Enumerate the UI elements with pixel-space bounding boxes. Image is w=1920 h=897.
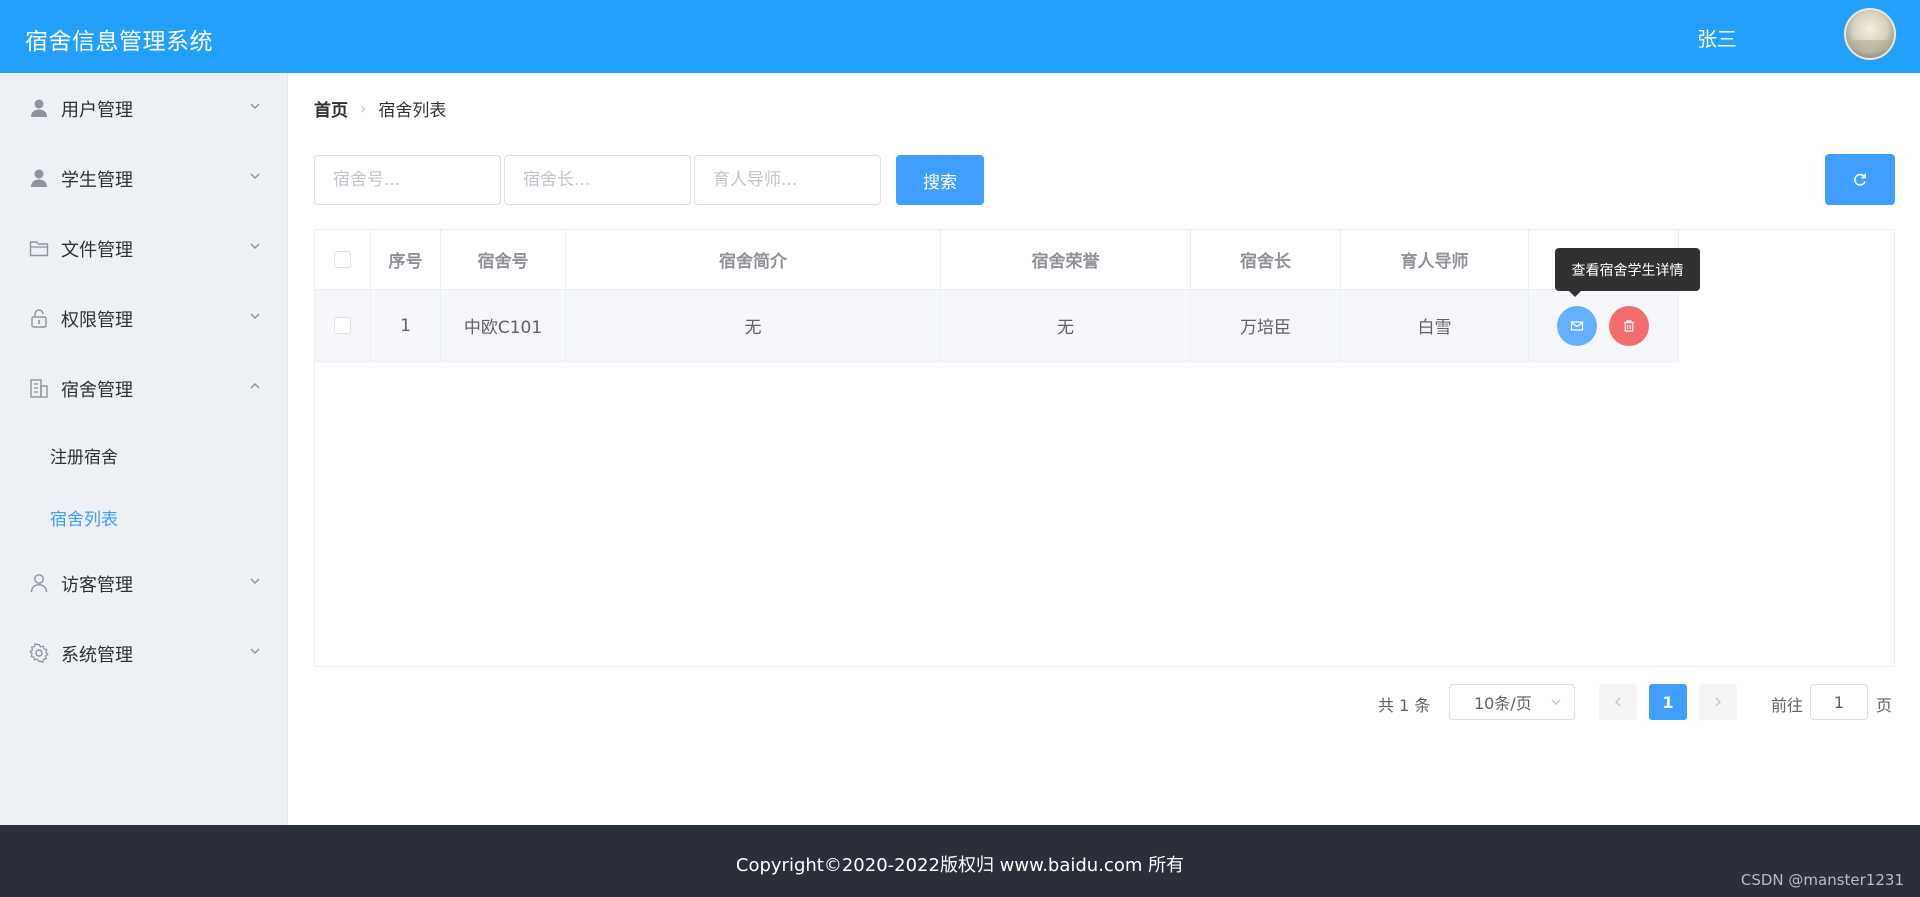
chevron-down-icon	[250, 578, 260, 585]
top-header: 宿舍信息管理系统 张三	[0, 0, 1920, 73]
watermark-text: CSDN @manster1231	[1740, 871, 1904, 889]
chevron-down-icon	[250, 648, 260, 655]
dorm-leader-input[interactable]	[504, 155, 691, 205]
chevron-down-icon	[250, 243, 260, 250]
gear-icon	[29, 643, 49, 663]
prev-page-button[interactable]	[1599, 684, 1637, 720]
app-title: 宿舍信息管理系统	[25, 29, 213, 55]
goto-label: 前往	[1771, 696, 1804, 715]
chevron-down-icon	[1551, 699, 1561, 705]
table-cell: 中欧C101	[441, 290, 566, 362]
chevron-up-icon	[250, 382, 260, 389]
chevron-right-icon: ›	[360, 99, 367, 118]
row-checkbox-cell	[315, 290, 371, 362]
page-size-value: 10条/页	[1474, 694, 1532, 713]
sidebar-item-file-management[interactable]: 文件管理	[0, 213, 288, 283]
view-students-button[interactable]	[1557, 306, 1597, 346]
column-header: 序号	[371, 230, 441, 290]
page-size-select[interactable]: 10条/页	[1449, 684, 1575, 720]
header-checkbox-cell	[315, 230, 371, 290]
chevron-down-icon	[250, 313, 260, 320]
mentor-input[interactable]	[694, 155, 881, 205]
page-number[interactable]: 1	[1649, 684, 1687, 720]
main-content: 首页 › 宿舍列表 搜索 序号 宿舍号 宿舍简介 宿舍荣誉 宿舍长 育人导师 1…	[289, 73, 1920, 825]
dorm-table: 序号 宿舍号 宿舍简介 宿舍荣誉 宿舍长 育人导师 1 中欧C101 无 无 万…	[314, 229, 1895, 667]
lock-icon	[31, 309, 47, 328]
sidebar-item-visitor-management[interactable]: 访客管理	[0, 548, 288, 618]
next-page-button[interactable]	[1699, 684, 1737, 720]
user-icon	[31, 99, 47, 117]
breadcrumb: 首页 › 宿舍列表	[314, 96, 446, 121]
chevron-down-icon	[250, 173, 260, 180]
column-header: 育人导师	[1341, 230, 1529, 290]
breadcrumb-current: 宿舍列表	[378, 101, 447, 121]
user-icon	[31, 169, 47, 187]
sidebar-item-label: 权限管理	[61, 310, 133, 331]
page-suffix-label: 页	[1876, 696, 1893, 715]
pagination: 共 1 条 10条/页 1 前往 页	[289, 682, 1920, 722]
table-cell: 万培臣	[1191, 290, 1341, 362]
sidebar-item-label: 文件管理	[61, 240, 133, 261]
column-header: 宿舍长	[1191, 230, 1341, 290]
sidebar-item-user-management[interactable]: 用户管理	[0, 73, 288, 143]
sidebar-subitem-label: 注册宿舍	[50, 448, 118, 468]
user-name[interactable]: 张三	[1697, 23, 1737, 52]
chevron-down-icon	[250, 103, 260, 110]
sidebar-item-label: 学生管理	[61, 170, 133, 191]
table-cell: 1	[371, 290, 441, 362]
footer: Copyright©2020-2022版权归 www.baidu.com 所有 …	[0, 825, 1920, 897]
sidebar-item-permission-management[interactable]: 权限管理	[0, 283, 288, 353]
refresh-button[interactable]	[1825, 154, 1895, 205]
folder-icon	[29, 241, 49, 257]
row-checkbox[interactable]	[334, 317, 351, 334]
table-cell: 无	[941, 290, 1191, 362]
room-number-input[interactable]	[314, 155, 501, 205]
delete-button[interactable]	[1609, 306, 1649, 346]
sidebar-item-system-management[interactable]: 系统管理	[0, 618, 288, 688]
sidebar-item-dorm-management[interactable]: 宿舍管理	[0, 353, 288, 423]
chevron-left-icon	[1615, 697, 1621, 707]
breadcrumb-home[interactable]: 首页	[314, 96, 348, 121]
user-outline-icon	[30, 574, 48, 593]
tooltip: 查看宿舍学生详情	[1555, 248, 1700, 297]
trash-icon	[1624, 320, 1634, 332]
copyright-text: Copyright©2020-2022版权归 www.baidu.com 所有	[735, 855, 1185, 876]
total-count: 共 1 条	[1378, 696, 1431, 715]
message-icon	[1570, 321, 1584, 331]
table-cell: 白雪	[1341, 290, 1529, 362]
sidebar-item-label: 系统管理	[61, 645, 133, 666]
sidebar-subitem-register-dorm[interactable]: 注册宿舍	[0, 423, 288, 485]
sidebar-item-label: 用户管理	[61, 100, 133, 121]
search-button[interactable]: 搜索	[896, 155, 984, 205]
sidebar-subitem-dorm-list[interactable]: 宿舍列表	[0, 485, 288, 547]
select-all-checkbox[interactable]	[334, 251, 351, 268]
sidebar-subitem-label: 宿舍列表	[50, 510, 118, 530]
sidebar-item-student-management[interactable]: 学生管理	[0, 143, 288, 213]
table-cell: 无	[566, 290, 941, 362]
column-header: 宿舍荣誉	[941, 230, 1191, 290]
sidebar: 用户管理 学生管理 文件管理 权限管理 宿舍管理 注册宿舍 宿舍列表 访客管理 …	[0, 73, 288, 825]
chevron-right-icon	[1715, 697, 1721, 707]
operations-cell	[1529, 290, 1679, 362]
avatar[interactable]	[1844, 8, 1896, 60]
sidebar-item-label: 宿舍管理	[61, 380, 133, 401]
goto-page-input[interactable]	[1810, 684, 1868, 720]
column-header: 宿舍号	[441, 230, 566, 290]
column-header: 宿舍简介	[566, 230, 941, 290]
sidebar-item-label: 访客管理	[61, 575, 133, 596]
refresh-icon	[1854, 173, 1866, 186]
building-icon	[30, 379, 48, 398]
